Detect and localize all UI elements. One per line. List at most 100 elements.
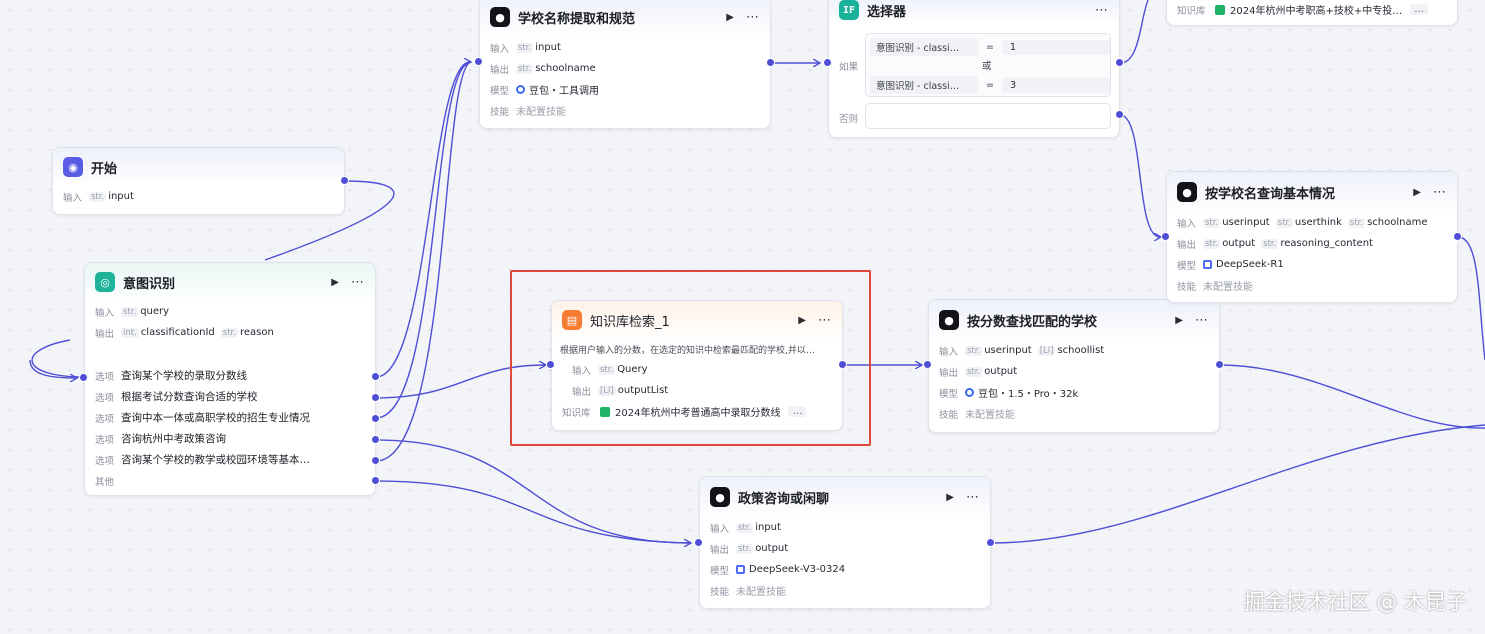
more-icon[interactable]: ⋯ xyxy=(351,275,365,290)
more-icon[interactable]: ⋯ xyxy=(818,313,832,328)
kb-chip[interactable]: 2024年杭州中考普通高中录取分数线 xyxy=(600,404,780,419)
skill-label: 技能 xyxy=(710,586,730,598)
input-label: 输入 xyxy=(1177,218,1197,230)
or-label: 或 xyxy=(982,61,992,72)
param-tag: str. userinput xyxy=(965,345,1032,356)
edge-opt3-extract xyxy=(375,61,471,419)
selector-if-handle[interactable] xyxy=(1115,58,1124,67)
condition-right[interactable]: 3 xyxy=(1002,77,1110,93)
doubao-icon xyxy=(965,388,974,397)
node-title: 选择器 xyxy=(867,4,907,20)
kb-file-icon xyxy=(1215,4,1225,15)
intent-icon: ◎ xyxy=(95,272,115,292)
more-icon[interactable]: ⋯ xyxy=(1195,313,1209,328)
input-label: 输入 xyxy=(939,346,959,358)
top-right-node[interactable]: 知识库 2024年杭州中考职高+技校+中专投… … xyxy=(1166,0,1458,26)
model-name: 豆包・工具调用 xyxy=(529,86,599,97)
basic-output-handle[interactable] xyxy=(1453,232,1462,241)
intent-input-handle[interactable] xyxy=(79,373,88,382)
selector-node[interactable]: IF 选择器 ⋯ 如果 意图识别 - classi… = 1 或 意图识别 - … xyxy=(828,0,1120,138)
selector-input-handle[interactable] xyxy=(823,58,832,67)
more-icon[interactable]: ⋯ xyxy=(1095,3,1109,18)
kb-chip[interactable]: 2024年杭州中考职高+技校+中专投… xyxy=(1215,2,1402,17)
intent-option-handle[interactable] xyxy=(371,393,380,402)
edge-intent-loop xyxy=(31,339,85,378)
kb-output-handle[interactable] xyxy=(838,360,847,369)
edge-loop-arrow xyxy=(29,359,76,378)
skill-label: 技能 xyxy=(490,106,510,118)
input-label: 输入 xyxy=(95,307,115,319)
llm-icon: ● xyxy=(1177,182,1197,202)
param-tag: [Ll] schoollist xyxy=(1037,345,1105,356)
condition-op: = xyxy=(986,79,994,91)
score-input-handle[interactable] xyxy=(923,360,932,369)
kb-file-icon xyxy=(600,406,610,417)
more-icon[interactable]: ⋯ xyxy=(966,490,980,505)
edge-selector-top xyxy=(1119,0,1149,64)
edge-policy-right xyxy=(991,424,1485,544)
intent-node[interactable]: ◎ 意图识别 ▶ ⋯ 输入 str. query 输出 int. classific… xyxy=(84,262,376,496)
intent-option-handle[interactable] xyxy=(371,435,380,444)
kb-more-button[interactable]: … xyxy=(788,406,807,417)
param-tag: str. reason xyxy=(220,327,274,338)
kb-more-button[interactable]: … xyxy=(1410,4,1429,15)
condition-left[interactable]: 意图识别 - classi… xyxy=(870,38,978,56)
intent-option-handle[interactable] xyxy=(371,456,380,465)
node-title: 政策咨询或闲聊 xyxy=(738,491,830,507)
extract-node[interactable]: ● 学校名称提取和规范 ▶ ⋯ 输入 str. input 输出 str. scho… xyxy=(479,0,771,129)
param-tag: str. userthink xyxy=(1275,217,1342,228)
intent-option-other[interactable]: 其他 xyxy=(85,470,375,491)
more-icon[interactable]: ⋯ xyxy=(746,10,760,25)
play-icon[interactable]: ▶ xyxy=(1413,187,1421,198)
kb-input-handle[interactable] xyxy=(546,360,555,369)
intent-option[interactable]: 选项 查询某个学校的录取分数线 xyxy=(85,365,375,386)
play-icon[interactable]: ▶ xyxy=(331,277,339,288)
node-title: 学校名称提取和规范 xyxy=(518,11,636,27)
basic-input-handle[interactable] xyxy=(1161,232,1170,241)
condition-right[interactable]: 1 xyxy=(1002,39,1110,55)
else-label: 否则 xyxy=(839,114,859,125)
score-output-handle[interactable] xyxy=(1215,360,1224,369)
else-box[interactable] xyxy=(865,103,1111,129)
play-icon[interactable]: ▶ xyxy=(798,315,806,326)
input-label: 输入 xyxy=(63,192,83,204)
intent-other-handle[interactable] xyxy=(371,476,380,485)
param-tag: str. Query xyxy=(598,364,648,375)
input-label: 输入 xyxy=(710,523,730,535)
play-icon[interactable]: ▶ xyxy=(946,492,954,503)
param-tag: str. output xyxy=(965,366,1018,377)
skill-label: 技能 xyxy=(939,409,959,421)
more-icon[interactable]: ⋯ xyxy=(1433,185,1447,200)
model-label: 模型 xyxy=(490,85,510,97)
start-output-handle[interactable] xyxy=(340,176,349,185)
param-tag: str. output xyxy=(736,543,789,554)
condition-group[interactable]: 意图识别 - classi… = 1 或 意图识别 - classi… = 3 xyxy=(865,33,1111,97)
output-label: 输出 xyxy=(939,367,959,379)
play-icon[interactable]: ▶ xyxy=(1175,315,1183,326)
edge-opt5-extract xyxy=(375,61,471,462)
param-tag: str. schoolname xyxy=(1347,217,1428,228)
param-tag: [Ll] outputList xyxy=(598,385,669,396)
output-label: 输出 xyxy=(710,544,730,556)
extract-output-handle[interactable] xyxy=(766,58,775,67)
intent-option[interactable]: 选项 咨询杭州中考政策咨询 xyxy=(85,428,375,449)
selector-else-handle[interactable] xyxy=(1115,110,1124,119)
basic-node[interactable]: ● 按学校名查询基本情况 ▶ ⋯ 输入 str. userinput str. us… xyxy=(1166,171,1458,303)
intent-option[interactable]: 选项 查询中本一体或高职学校的招生专业情况 xyxy=(85,407,375,428)
intent-option[interactable]: 选项 咨询某个学校的教学或校园环境等基本… xyxy=(85,449,375,470)
start-icon: ◉ xyxy=(63,157,83,177)
extract-input-handle[interactable] xyxy=(474,57,483,66)
policy-input-handle[interactable] xyxy=(694,538,703,547)
intent-option-handle[interactable] xyxy=(371,414,380,423)
play-icon[interactable]: ▶ xyxy=(726,12,734,23)
kb-node[interactable]: ▤ 知识库检索_1 ▶ ⋯ 根据用户输入的分数，在选定的知识中检索最匹配的学校,… xyxy=(551,300,843,431)
model-label: 模型 xyxy=(710,565,730,577)
score-node[interactable]: ● 按分数查找匹配的学校 ▶ ⋯ 输入 str. userinput [Ll] sc… xyxy=(928,299,1220,433)
param-tag: str. userinput xyxy=(1203,217,1270,228)
policy-node[interactable]: ● 政策咨询或闲聊 ▶ ⋯ 输入 str. input 输出 str. output… xyxy=(699,476,991,609)
start-node[interactable]: ◉ 开始 输入 str. input xyxy=(52,147,345,215)
policy-output-handle[interactable] xyxy=(986,538,995,547)
intent-option-handle[interactable] xyxy=(371,372,380,381)
intent-option[interactable]: 选项 根据考试分数查询合适的学校 xyxy=(85,386,375,407)
condition-left[interactable]: 意图识别 - classi… xyxy=(870,76,978,94)
